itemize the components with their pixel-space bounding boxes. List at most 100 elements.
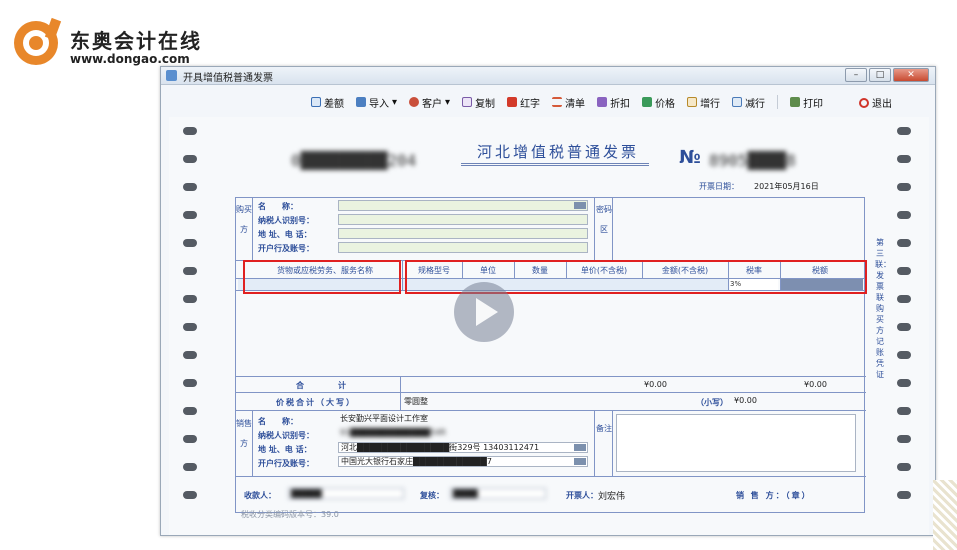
review-field[interactable]: ████ xyxy=(450,488,546,499)
invoice-copy-note: 第三联：发票联 购买方记账凭证 xyxy=(875,238,891,379)
dropdown-icon[interactable] xyxy=(574,202,586,209)
feed-hole xyxy=(183,463,197,471)
feed-hole xyxy=(183,323,197,331)
import-button[interactable]: 导入 ▾ xyxy=(356,95,397,110)
list-icon xyxy=(552,97,563,107)
chevron-down-icon: ▾ xyxy=(392,96,398,108)
payee-label: 收款人： xyxy=(244,491,276,500)
print-button[interactable]: 打印 xyxy=(790,95,823,110)
remarks-side-label: 备注 xyxy=(596,424,612,433)
buyer-address-label: 地 址、电 话： xyxy=(258,230,312,239)
divider xyxy=(400,376,401,410)
feed-hole xyxy=(183,267,197,275)
remove-row-label: 减行 xyxy=(745,98,766,110)
payee-field[interactable]: █████ xyxy=(288,488,404,499)
customer-label: 客户 xyxy=(422,98,443,110)
total-words-value: 零圆整 xyxy=(404,397,428,406)
divider xyxy=(236,392,866,393)
divider xyxy=(252,198,253,260)
price-button[interactable]: 价格 xyxy=(642,95,675,110)
divider xyxy=(236,476,866,477)
toolbar-divider xyxy=(777,95,779,109)
seller-bank-label: 开户行及账号： xyxy=(258,459,314,468)
seller-address-field[interactable]: 河北███████████████街329号 13403112471 xyxy=(338,442,588,453)
red-letter-icon xyxy=(507,97,518,107)
exit-button[interactable]: 退出 xyxy=(859,95,892,110)
buyer-address-field[interactable] xyxy=(338,228,588,239)
invoice-no-mark: № xyxy=(679,147,701,168)
invoice-body: 购买方 名 称： 纳税人识别号： 地 址、电 话： 开户行及账号： 密码区 货物… xyxy=(235,197,866,513)
feed-hole xyxy=(897,407,911,415)
app-icon xyxy=(166,70,177,81)
add-row-button[interactable]: 增行 xyxy=(687,95,720,110)
seller-address-label: 地 址、电 话： xyxy=(258,445,312,454)
copy-icon xyxy=(462,97,473,107)
copy-button[interactable]: 复制 xyxy=(462,95,495,110)
remove-row-button[interactable]: 减行 xyxy=(732,95,765,110)
minimize-icon[interactable]: – xyxy=(845,68,867,82)
feed-hole xyxy=(897,127,911,135)
diff-icon xyxy=(311,97,321,107)
seller-name-field[interactable]: 长安勤兴平面设计工作室 xyxy=(338,414,588,425)
feed-hole xyxy=(897,183,911,191)
small-total-label: （小写） xyxy=(696,398,728,407)
brand-name: 东奥会计在线 xyxy=(70,29,202,53)
exit-label: 退出 xyxy=(872,99,892,110)
divider xyxy=(594,410,595,476)
discount-button[interactable]: 折扣 xyxy=(597,95,630,110)
total-label: 合 计 xyxy=(296,381,352,390)
invoice-code: 0█████████204 xyxy=(291,151,417,170)
maximize-icon[interactable]: □ xyxy=(869,68,891,82)
brand-header: 东奥会计在线 www.dongao.com xyxy=(10,10,210,66)
invoice-window: 开具增值税普通发票 – □ ✕ 差额 导入 ▾ 客户 ▾ 复制 红字 清单 折扣… xyxy=(160,66,936,536)
seller-bank-field[interactable]: 中国光大银行石家庄████████████7 xyxy=(338,456,588,467)
seller-bank-value: 中国光大银行石家庄████████████7 xyxy=(341,457,492,466)
divider xyxy=(236,410,866,411)
feed-hole xyxy=(183,379,197,387)
buyer-bank-field[interactable] xyxy=(338,242,588,253)
feed-hole xyxy=(183,491,197,499)
remarks-field[interactable] xyxy=(616,414,856,472)
buyer-bank-label: 开户行及账号： xyxy=(258,244,314,253)
feed-hole xyxy=(183,155,197,163)
feed-hole xyxy=(897,239,911,247)
buyer-side-label: 购买方 xyxy=(236,205,252,234)
dropdown-icon[interactable] xyxy=(574,444,586,451)
invoice-paper: 0█████████204 河北增值税普通发票 № 8905████8 开票日期… xyxy=(169,117,929,535)
total-amount: ¥0.00 xyxy=(644,380,667,389)
buyer-name-field[interactable] xyxy=(338,200,588,211)
version-label: 税收分类编码版本号：39.0 xyxy=(241,510,339,519)
feed-hole xyxy=(183,351,197,359)
seller-tax-id-field[interactable]: 91█████████████54R xyxy=(338,428,588,439)
brand-url: www.dongao.com xyxy=(70,52,190,66)
feed-hole xyxy=(183,407,197,415)
issue-date-label: 开票日期： xyxy=(699,182,739,191)
list-button[interactable]: 清单 xyxy=(552,95,585,110)
close-icon[interactable]: ✕ xyxy=(893,68,929,82)
buyer-tax-label: 纳税人识别号： xyxy=(258,216,314,225)
toolbar: 差额 导入 ▾ 客户 ▾ 复制 红字 清单 折扣 价格 增行 减行 打印 退出 xyxy=(311,91,892,113)
title-underline xyxy=(461,163,649,166)
remove-row-icon xyxy=(732,97,743,107)
dropdown-icon[interactable] xyxy=(574,458,586,465)
diff-button[interactable]: 差额 xyxy=(311,95,344,110)
feed-hole xyxy=(897,351,911,359)
discount-icon xyxy=(597,97,608,107)
red-letter-button[interactable]: 红字 xyxy=(507,95,540,110)
divider xyxy=(236,376,866,377)
seller-address-value: 河北███████████████街329号 13403112471 xyxy=(341,443,540,452)
feed-hole xyxy=(897,295,911,303)
feed-hole xyxy=(183,127,197,135)
buyer-tax-id-field[interactable] xyxy=(338,214,588,225)
title-bar: 开具增值税普通发票 – □ ✕ xyxy=(161,67,935,85)
video-play-button[interactable] xyxy=(454,282,514,342)
review-label: 复核： xyxy=(420,491,444,500)
chevron-down-icon: ▾ xyxy=(445,96,451,108)
print-label: 打印 xyxy=(803,98,824,110)
issuer-label: 开票人： xyxy=(566,491,598,500)
cipher-side-label: 密码区 xyxy=(596,205,612,234)
customer-button[interactable]: 客户 ▾ xyxy=(409,95,450,110)
feed-hole xyxy=(183,295,197,303)
total-tax: ¥0.00 xyxy=(804,380,827,389)
feed-hole xyxy=(897,435,911,443)
